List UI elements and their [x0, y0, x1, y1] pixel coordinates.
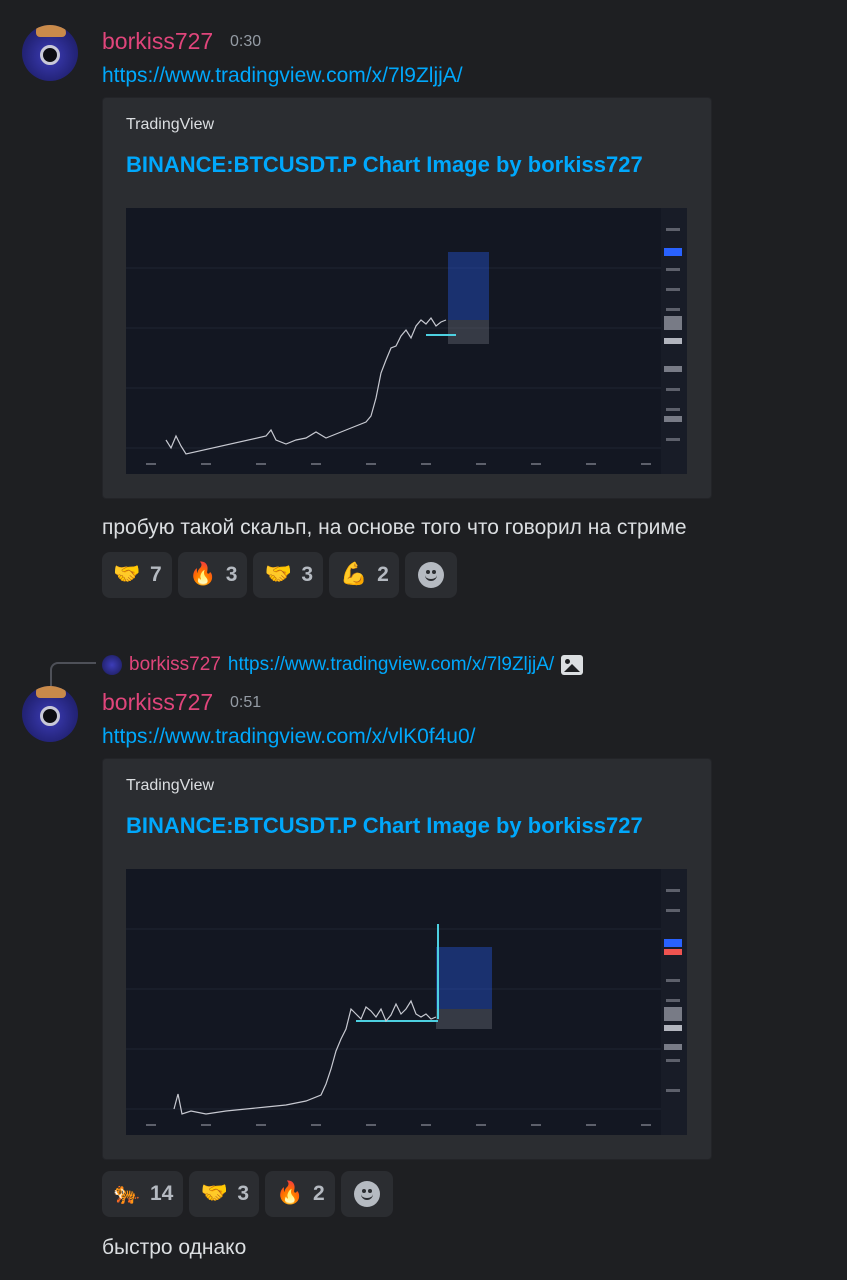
message-text: быстро однако [102, 1236, 247, 1259]
reply-avatar [102, 655, 122, 675]
reaction-count: 2 [377, 563, 389, 586]
avatar-eye [40, 45, 60, 65]
avatar-cat-decoration [36, 25, 66, 37]
message-link[interactable]: https://www.tradingview.com/x/7l9ZljjA/ [102, 64, 463, 88]
reply-preview[interactable]: borkiss727 https://www.tradingview.com/x… [102, 652, 584, 678]
embed-title[interactable]: BINANCE:BTCUSDT.P Chart Image by borkiss… [126, 152, 643, 178]
embed-provider[interactable]: TradingView [126, 116, 214, 134]
reaction-button[interactable]: 💪 2 [329, 552, 399, 598]
timestamp[interactable]: 0:30 [230, 33, 261, 51]
avatar-eye [40, 706, 60, 726]
embed-title[interactable]: BINANCE:BTCUSDT.P Chart Image by borkiss… [126, 813, 643, 839]
fire-icon: 🔥 [276, 1181, 304, 1206]
message-text: пробую такой скальп, на основе того что … [102, 516, 687, 539]
handshake-icon: 🤝 [264, 562, 293, 587]
avatar-cat-decoration [36, 686, 66, 698]
reaction-count: 2 [313, 1182, 325, 1205]
reply-username[interactable]: borkiss727 [129, 654, 221, 676]
blue-fire-icon: 🔥 [188, 562, 217, 587]
username[interactable]: borkiss727 [102, 28, 213, 55]
embed-provider[interactable]: TradingView [126, 777, 214, 795]
reaction-count: 3 [237, 1182, 250, 1205]
reaction-button[interactable]: 🔥 3 [177, 552, 248, 598]
embed-chart-image[interactable] [126, 208, 687, 474]
user-avatar[interactable] [22, 25, 78, 81]
handshake-icon: 🤝 [113, 562, 141, 587]
link-embed: TradingView BINANCE:BTCUSDT.P Chart Imag… [102, 97, 712, 499]
smile-icon [353, 1181, 380, 1207]
link-embed: TradingView BINANCE:BTCUSDT.P Chart Imag… [102, 758, 712, 1160]
add-reaction-button[interactable] [404, 552, 457, 598]
user-avatar[interactable] [22, 686, 78, 742]
username[interactable]: borkiss727 [102, 689, 213, 716]
message-link[interactable]: https://www.tradingview.com/x/vlK0f4u0/ [102, 725, 476, 749]
embed-chart-image[interactable] [126, 869, 687, 1135]
smile-icon [417, 562, 444, 588]
reaction-button[interactable]: 🐅 14 [102, 1171, 184, 1217]
reaction-button[interactable]: 🤝 3 [189, 1171, 260, 1217]
reaction-count: 3 [225, 563, 238, 586]
reaction-count: 3 [301, 563, 314, 586]
add-reaction-button[interactable] [340, 1171, 393, 1217]
handshake-icon: 🤝 [200, 1181, 229, 1206]
reply-connector [50, 662, 96, 686]
reaction-button[interactable]: 🔥 2 [265, 1171, 335, 1217]
tiger-icon: 🐅 [113, 1181, 141, 1206]
reaction-count: 14 [150, 1182, 174, 1205]
reaction-button[interactable]: 🤝 3 [253, 552, 324, 598]
reaction-count: 7 [150, 563, 162, 586]
reactions-bar: 🤝 7 🔥 3 🤝 3 💪 2 [102, 552, 457, 598]
flexed-biceps-icon: 💪 [340, 562, 368, 587]
reaction-button[interactable]: 🤝 7 [102, 552, 172, 598]
timestamp[interactable]: 0:51 [230, 694, 261, 712]
reactions-bar: 🐅 14 🤝 3 🔥 2 [102, 1171, 393, 1217]
reply-link[interactable]: https://www.tradingview.com/x/7l9ZljjA/ [228, 654, 554, 676]
image-icon [561, 655, 584, 675]
